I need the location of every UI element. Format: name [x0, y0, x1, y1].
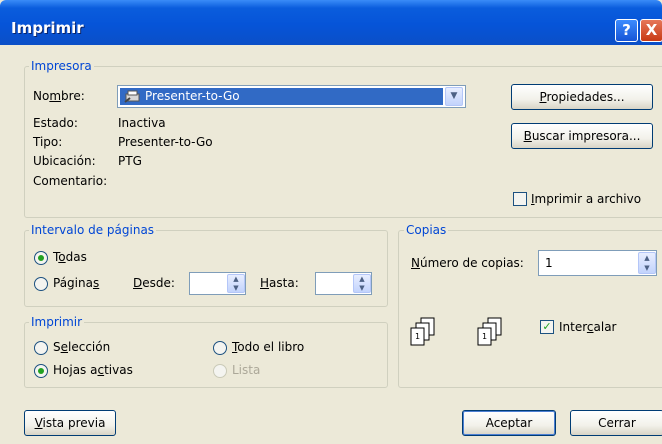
printer-type-value: Presenter-to-Go [118, 135, 213, 149]
printer-group-label: Impresora [29, 59, 94, 73]
copies-count-input[interactable]: 1 ▲ ▼ [538, 250, 657, 276]
range-from-spinner[interactable]: ▲ ▼ [227, 274, 245, 293]
printer-name-label: Nombre: [33, 89, 85, 103]
window-title: Imprimir [11, 19, 84, 37]
page-range-group-label: Intervalo de páginas [29, 223, 157, 237]
collate-pages-icon: 3 2 1 [408, 317, 442, 351]
printer-status-label: Estado: [33, 116, 78, 130]
range-all-label[interactable]: Todas [53, 250, 87, 264]
range-from-label: Desde: [133, 276, 175, 290]
copies-count-spinner[interactable]: ▲ ▼ [638, 252, 656, 274]
print-list-label: Lista [232, 363, 261, 377]
properties-button[interactable]: Propiedades... [511, 84, 653, 110]
collate-pages-icon-2: 3 2 1 [475, 317, 509, 351]
range-from-input[interactable]: ▲ ▼ [189, 272, 246, 295]
svg-text:1: 1 [482, 332, 487, 341]
range-pages-label[interactable]: Páginas [53, 276, 99, 290]
collate-label[interactable]: Intercalar [559, 320, 617, 334]
print-selection-radio[interactable] [34, 341, 48, 355]
copies-group-label: Copias [404, 223, 449, 237]
printer-comment-label: Comentario: [33, 174, 108, 188]
chevron-down-icon[interactable]: ▼ [445, 87, 463, 106]
preview-button[interactable]: Vista previa [24, 410, 116, 436]
printer-type-label: Tipo: [33, 135, 63, 149]
printer-select-value: Presenter-to-Go [145, 89, 240, 103]
print-to-file-label[interactable]: Imprimir a archivo [531, 192, 641, 206]
close-button[interactable]: X [640, 19, 662, 42]
print-what-group-label: Imprimir [29, 315, 85, 329]
find-printer-button[interactable]: Buscar impresora... [511, 123, 653, 149]
collate-checkbox[interactable]: ✓ [540, 320, 554, 334]
printer-select[interactable]: Presenter-to-Go ▼ [117, 85, 466, 108]
print-list-radio [213, 364, 227, 378]
title-bar [0, 0, 662, 45]
copies-count-label: Número de copias: [411, 256, 524, 270]
printer-status-value: Inactiva [118, 116, 166, 130]
range-to-input[interactable]: ▲ ▼ [315, 272, 372, 295]
print-whole-book-radio[interactable] [213, 341, 227, 355]
range-to-spinner[interactable]: ▲ ▼ [353, 274, 371, 293]
print-whole-book-label[interactable]: Todo el libro [232, 340, 304, 354]
ok-button[interactable]: Aceptar [462, 410, 556, 436]
print-selection-label[interactable]: Selección [53, 340, 110, 354]
range-to-label: Hasta: [260, 276, 299, 290]
cancel-button[interactable]: Cerrar [570, 410, 662, 436]
range-all-radio[interactable] [34, 251, 48, 265]
svg-text:1: 1 [415, 332, 420, 341]
help-button[interactable]: ? [615, 19, 638, 42]
printer-location-label: Ubicación: [33, 154, 96, 168]
print-what-group [24, 322, 388, 388]
copies-count-value: 1 [545, 256, 553, 270]
range-pages-radio[interactable] [34, 277, 48, 291]
page-range-group [24, 230, 388, 307]
print-to-file-checkbox[interactable] [513, 192, 527, 206]
print-active-sheets-radio[interactable] [34, 364, 48, 378]
print-active-sheets-label[interactable]: Hojas activas [53, 363, 133, 377]
printer-location-value: PTG [118, 154, 142, 168]
printer-icon [124, 90, 141, 103]
